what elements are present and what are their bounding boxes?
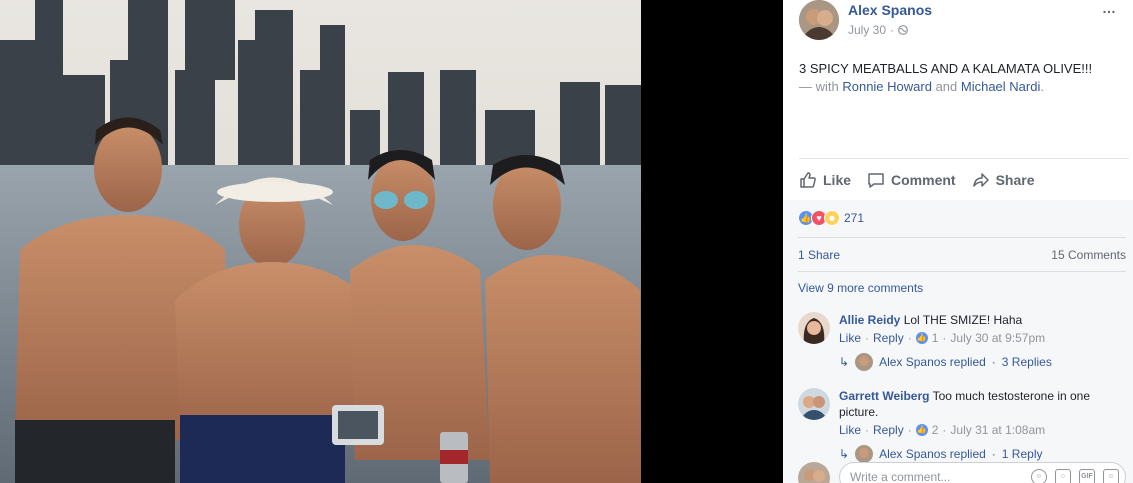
share-comment-counts: 1 Share 15 Comments: [798, 248, 1126, 262]
sticker-icon[interactable]: ☺: [1103, 469, 1119, 483]
post-actions: Like Comment Share: [799, 168, 1129, 192]
comment-time[interactable]: July 30 at 9:57pm: [950, 330, 1045, 346]
comment-body: Garrett Weiberg Too much testosterone in…: [839, 388, 1124, 438]
commenter-avatar[interactable]: [798, 312, 830, 344]
dot-separator: ·: [907, 331, 912, 345]
photo-viewer[interactable]: [0, 0, 783, 483]
like-icon: [800, 172, 816, 188]
share-label: Share: [995, 172, 1035, 188]
comment-button[interactable]: Comment: [867, 168, 956, 192]
feedback-section: 👍 ♥ ☻ 271 1 Share 15 Comments View 9 mor…: [783, 200, 1133, 483]
view-replies-link[interactable]: ↳ Alex Spanos replied · 3 Replies: [839, 353, 1052, 371]
comment-time[interactable]: July 31 at 1:08am: [950, 422, 1045, 438]
meta-separator: ·: [890, 23, 895, 37]
camera-icon[interactable]: ○: [1055, 469, 1071, 483]
post-meta: July 30 ·: [848, 23, 908, 37]
comment-label: Comment: [891, 172, 956, 188]
commenter-avatar[interactable]: [798, 388, 830, 420]
commenter-name-link[interactable]: Garrett Weiberg: [839, 389, 929, 403]
author-name-link[interactable]: Alex Spanos: [848, 2, 932, 18]
comment-body: Allie Reidy Lol THE SMIZE! Haha Like · R…: [839, 312, 1124, 346]
current-user-avatar: [798, 462, 830, 483]
shares-count-link[interactable]: 1 Share: [798, 248, 840, 262]
emoji-icon[interactable]: ☺: [1031, 469, 1047, 483]
globe-icon: [898, 25, 908, 35]
dot-separator: ·: [907, 423, 912, 437]
photo-image: [0, 0, 641, 483]
comment-reply-link[interactable]: Reply: [873, 422, 904, 438]
comment-text: Lol THE SMIZE! Haha: [903, 313, 1023, 327]
post-header: Alex Spanos July 30 · …: [799, 0, 1117, 44]
divider: [798, 237, 1126, 238]
replies-count: 3 Replies: [1001, 355, 1052, 369]
dot-separator: ·: [991, 447, 996, 461]
comment-icon: [868, 173, 884, 188]
share-icon: [972, 173, 989, 187]
author-avatar[interactable]: [799, 0, 839, 40]
gif-icon[interactable]: GIF: [1079, 469, 1095, 483]
dot-separator: ·: [865, 331, 870, 345]
comment-like-link[interactable]: Like: [839, 422, 861, 438]
comment-actions: Like · Reply · 👍 2 · July 31 at 1:08am: [839, 422, 1124, 438]
reply-avatar: [855, 445, 874, 463]
tagged-people: — with Ronnie Howard and Michael Nardi.: [799, 78, 1044, 96]
comment-like-count[interactable]: 2: [932, 422, 939, 438]
tagged-person-link[interactable]: Ronnie Howard: [842, 79, 932, 94]
tagged-person-link[interactable]: Michael Nardi: [961, 79, 1040, 94]
comment-input-placeholder: Write a comment...: [850, 470, 951, 483]
divider: [799, 158, 1129, 159]
comment-actions: Like · Reply · 👍 1 · July 30 at 9:57pm: [839, 330, 1124, 346]
composer-icons: ☺ ○ GIF ☺: [1031, 469, 1119, 483]
replies-author: Alex Spanos replied: [879, 355, 986, 369]
reply-arrow-icon: ↳: [839, 447, 850, 461]
comment-composer: Write a comment... ☺ ○ GIF ☺: [798, 462, 1126, 483]
reaction-count[interactable]: 271: [844, 211, 864, 225]
more-icon[interactable]: …: [1102, 0, 1117, 16]
reply-arrow-icon: ↳: [839, 355, 850, 369]
haha-reaction-icon: ☻: [824, 210, 840, 226]
replies-author: Alex Spanos replied: [879, 447, 986, 461]
dot-separator: ·: [865, 423, 870, 437]
view-more-comments-link[interactable]: View 9 more comments: [798, 281, 923, 295]
comments-count-link[interactable]: 15 Comments: [1051, 248, 1126, 262]
with-suffix: .: [1040, 79, 1044, 94]
comment-reply-link[interactable]: Reply: [873, 330, 904, 346]
with-and: and: [931, 79, 961, 94]
reactions-summary[interactable]: 👍 ♥ ☻ 271: [798, 210, 864, 226]
post-side-panel: Alex Spanos July 30 · … 3 SPICY MEATBALL…: [783, 0, 1133, 483]
post-text: 3 SPICY MEATBALLS AND A KALAMATA OLIVE!!…: [799, 61, 1093, 76]
like-icon: 👍: [915, 332, 928, 344]
with-prefix: — with: [799, 79, 843, 94]
reply-avatar: [855, 353, 874, 371]
view-replies-link[interactable]: ↳ Alex Spanos replied · 1 Reply: [839, 445, 1042, 463]
like-label: Like: [823, 172, 852, 188]
replies-count: 1 Reply: [1001, 447, 1043, 461]
commenter-name-link[interactable]: Allie Reidy: [839, 313, 900, 327]
comment-like-link[interactable]: Like: [839, 330, 861, 346]
like-button[interactable]: Like: [799, 168, 851, 192]
dot-separator: ·: [942, 331, 947, 345]
dot-separator: ·: [942, 423, 947, 437]
comment-like-count[interactable]: 1: [932, 330, 939, 346]
dot-separator: ·: [991, 355, 996, 369]
share-button[interactable]: Share: [972, 168, 1035, 192]
post-photo[interactable]: [0, 0, 641, 483]
post-date[interactable]: July 30: [848, 23, 886, 37]
divider: [798, 271, 1126, 272]
comment-input[interactable]: Write a comment... ☺ ○ GIF ☺: [839, 462, 1126, 483]
like-icon: 👍: [915, 424, 928, 436]
